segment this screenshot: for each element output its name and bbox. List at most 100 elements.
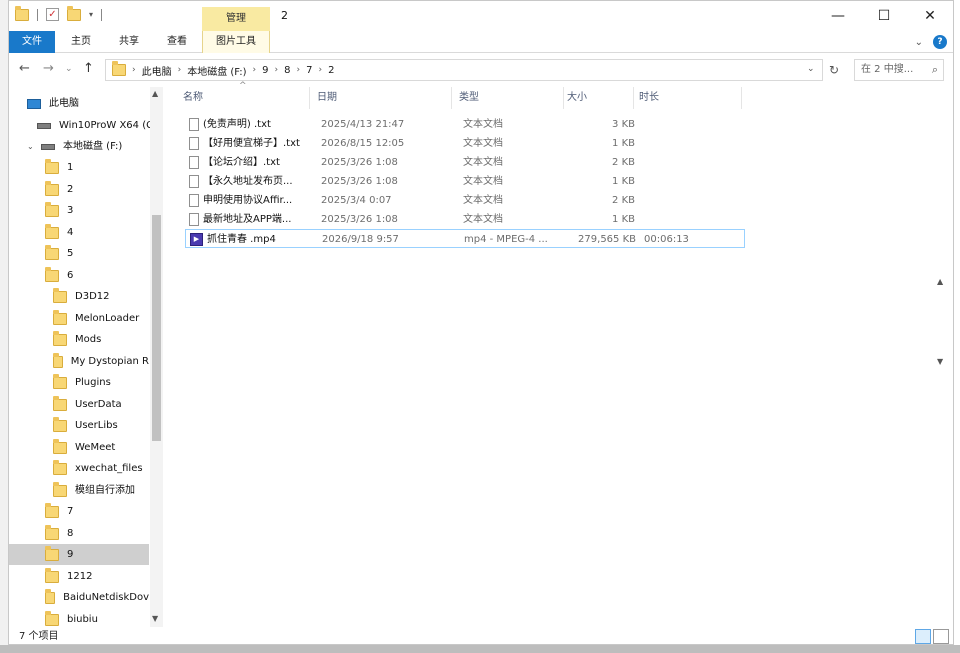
breadcrumb-item[interactable]: 9	[262, 65, 268, 76]
column-divider[interactable]	[633, 87, 634, 109]
tab-file[interactable]: 文件	[9, 31, 55, 53]
column-divider[interactable]	[309, 87, 310, 109]
column-header-type[interactable]: 类型	[459, 87, 479, 109]
nav-label: 8	[67, 528, 74, 539]
nav-item-folder[interactable]: WeMeet	[53, 437, 149, 458]
nav-item-folder[interactable]: UserLibs	[53, 415, 149, 436]
nav-item-folder[interactable]: 1	[45, 157, 164, 178]
column-header-date[interactable]: 日期	[317, 87, 337, 109]
expand-ribbon-chevron-icon[interactable]: ⌄	[915, 37, 923, 48]
nav-item-this-pc[interactable]: 此电脑	[27, 93, 164, 114]
help-icon[interactable]: ?	[933, 35, 947, 49]
breadcrumb-separator-icon[interactable]: ›	[319, 65, 323, 75]
new-folder-icon[interactable]	[67, 5, 81, 21]
large-icons-view-icon[interactable]	[933, 629, 949, 644]
nav-item-folder[interactable]: Mods	[53, 329, 149, 350]
column-header-name[interactable]: 名称	[183, 87, 203, 109]
file-row[interactable]: 【论坛介绍】.txt 2025/3/26 1:08 文本文档 2 KB	[185, 153, 745, 172]
file-size: 3 KB	[612, 119, 635, 130]
tab-view[interactable]: 查看	[161, 31, 193, 53]
nav-item-folder[interactable]: xwechat_files	[53, 458, 149, 479]
nav-item-folder[interactable]: 2	[45, 179, 164, 200]
content-scrollbar[interactable]: ▲ ▼	[935, 87, 947, 627]
properties-icon[interactable]: ✓	[46, 8, 59, 21]
breadcrumb-separator-icon[interactable]: ›	[132, 65, 136, 75]
folder-icon	[53, 287, 67, 303]
breadcrumb-item[interactable]: 7	[306, 65, 312, 76]
file-row[interactable]: (免责声明) .txt 2025/4/13 21:47 文本文档 3 KB	[185, 115, 745, 134]
back-arrow-icon[interactable]: ←	[19, 61, 30, 76]
up-arrow-icon[interactable]: ↑	[83, 61, 94, 76]
folder-icon	[45, 201, 59, 217]
folder-icon	[53, 481, 67, 497]
forward-arrow-icon[interactable]: →	[43, 61, 54, 76]
nav-item-folder[interactable]: 3	[45, 200, 164, 221]
column-divider[interactable]	[563, 87, 564, 109]
breadcrumb-item[interactable]: 8	[284, 65, 290, 76]
title-bar: ✓ ▾ 管理 2 — ☐ ✕	[9, 1, 953, 31]
address-dropdown-chevron-icon[interactable]: ⌄	[807, 64, 815, 74]
nav-item-folder[interactable]: 模组自行添加	[53, 480, 149, 501]
folder-icon[interactable]	[15, 5, 29, 21]
breadcrumb-separator-icon[interactable]: ›	[253, 65, 257, 75]
nav-item-folder[interactable]: 5	[45, 243, 164, 264]
file-row[interactable]: 申明使用协议Affir... 2025/3/4 0:07 文本文档 2 KB	[185, 191, 745, 210]
breadcrumb-separator-icon[interactable]: ›	[297, 65, 301, 75]
nav-item-folder[interactable]: BaiduNetdiskDov	[45, 587, 149, 608]
scroll-down-icon[interactable]: ▼	[937, 357, 943, 366]
nav-label: BaiduNetdiskDov	[63, 592, 149, 603]
tab-picture-tools[interactable]: 图片工具	[202, 31, 270, 53]
refresh-icon[interactable]: ↻	[829, 63, 839, 77]
nav-item-folder[interactable]: D3D12	[53, 286, 149, 307]
minimize-button[interactable]: —	[815, 1, 861, 31]
scroll-up-icon[interactable]: ▲	[937, 277, 943, 286]
nav-scrollbar[interactable]: ▲ ▼	[150, 87, 163, 627]
customize-chevron-icon[interactable]: ▾	[89, 10, 93, 19]
recent-locations-chevron-icon[interactable]: ⌄	[65, 64, 73, 74]
nav-item-folder[interactable]: 1212	[45, 566, 164, 587]
nav-item-folder[interactable]: 7	[45, 501, 164, 522]
nav-item-folder[interactable]: Plugins	[53, 372, 149, 393]
column-divider[interactable]	[451, 87, 452, 109]
scroll-up-icon[interactable]: ▲	[152, 89, 158, 98]
file-row[interactable]: 【永久地址发布页... 2025/3/26 1:08 文本文档 1 KB	[185, 172, 745, 191]
nav-item-folder[interactable]: 4	[45, 222, 164, 243]
tab-home[interactable]: 主页	[65, 31, 97, 53]
tab-share[interactable]: 共享	[113, 31, 145, 53]
ribbon-tabs: 文件 主页 共享 查看 图片工具 ⌄ ?	[9, 31, 953, 53]
nav-item-folder[interactable]: UserData	[53, 394, 149, 415]
column-header-size[interactable]: 大小	[567, 87, 587, 109]
file-row[interactable]: 【好用便宜梯子】.txt 2026/8/15 12:05 文本文档 1 KB	[185, 134, 745, 153]
nav-item-folder-selected[interactable]: 9	[9, 544, 149, 565]
address-bar[interactable]: › 此电脑 › 本地磁盘 (F:) › 9 › 8 › 7 › 2	[105, 59, 823, 81]
column-divider[interactable]	[741, 87, 742, 109]
nav-item-folder[interactable]: 8	[45, 523, 164, 544]
file-row-selected[interactable]: ▶ 抓住青春 .mp4 2026/9/18 9:57 mp4 - MPEG-4 .…	[185, 229, 745, 248]
tab-manage[interactable]: 管理	[202, 7, 270, 31]
nav-item-drive-c[interactable]: Win10ProW X64 (C	[37, 115, 164, 136]
breadcrumb-separator-icon[interactable]: ›	[178, 65, 182, 75]
folder-icon	[45, 588, 56, 604]
breadcrumb-item[interactable]: 2	[328, 65, 334, 76]
scroll-thumb[interactable]	[152, 215, 161, 441]
nav-item-folder[interactable]: biubiu	[45, 609, 164, 627]
breadcrumb-item[interactable]: 本地磁盘 (F:)	[187, 63, 246, 78]
details-view-icon[interactable]	[915, 629, 931, 644]
search-input[interactable]: 在 2 中搜... ⌕	[854, 59, 944, 81]
folder-icon	[53, 416, 67, 432]
scroll-down-icon[interactable]: ▼	[152, 614, 158, 623]
file-type: 文本文档	[463, 176, 503, 187]
divider	[37, 8, 38, 21]
expand-chevron-icon[interactable]: ⌄	[27, 136, 37, 157]
nav-item-folder[interactable]: 6	[45, 265, 164, 286]
maximize-button[interactable]: ☐	[861, 1, 907, 31]
nav-item-folder[interactable]: MelonLoader	[53, 308, 149, 329]
close-button[interactable]: ✕	[907, 1, 953, 31]
file-row[interactable]: 最新地址及APP端... 2025/3/26 1:08 文本文档 1 KB	[185, 210, 745, 229]
column-header-duration[interactable]: 时长	[639, 87, 659, 109]
breadcrumb-separator-icon[interactable]: ›	[275, 65, 279, 75]
nav-item-folder[interactable]: My Dystopian R	[53, 351, 149, 372]
nav-item-drive-f[interactable]: ⌄ 本地磁盘 (F:)	[27, 136, 164, 157]
nav-label: Win10ProW X64 (C	[59, 120, 154, 131]
breadcrumb-item[interactable]: 此电脑	[142, 63, 172, 78]
